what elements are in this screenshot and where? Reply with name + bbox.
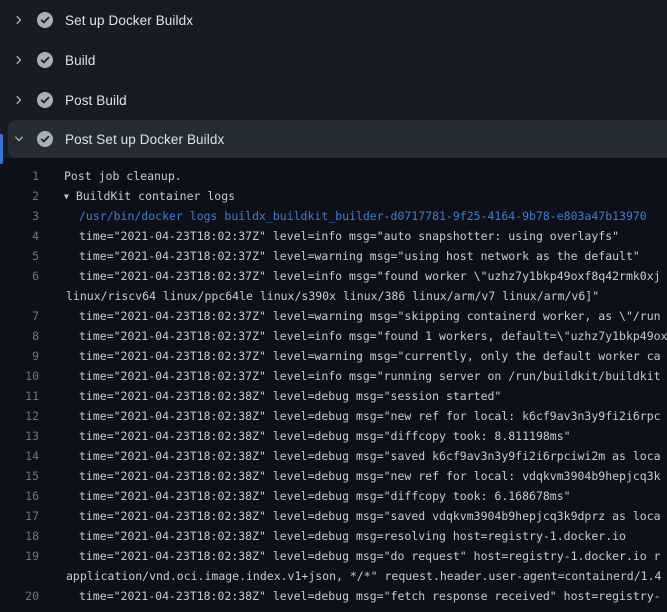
log-line-number[interactable]: 8	[0, 326, 39, 346]
log-line-text: time="2021-04-23T18:02:37Z" level=info m…	[39, 366, 661, 386]
log-line-number[interactable]: 1	[0, 166, 39, 186]
step-list: Set up Docker Buildx Build Post Buil	[0, 0, 667, 158]
log-line-text: time="2021-04-23T18:02:38Z" level=debug …	[39, 526, 626, 546]
step-label: Set up Docker Buildx	[65, 13, 193, 28]
log-line: 7 time="2021-04-23T18:02:37Z" level=warn…	[0, 306, 667, 326]
step-row[interactable]: Post Build	[0, 80, 667, 120]
log-line: 19 time="2021-04-23T18:02:38Z" level=deb…	[0, 546, 667, 566]
log-line-text: time="2021-04-23T18:02:38Z" level=debug …	[39, 386, 501, 406]
log-line: 13 time="2021-04-23T18:02:38Z" level=deb…	[0, 426, 667, 446]
chevron-right-icon	[13, 94, 37, 106]
log-line: 11 time="2021-04-23T18:02:38Z" level=deb…	[0, 386, 667, 406]
log-line-number[interactable]: 4	[0, 226, 39, 246]
step-row[interactable]: Build	[0, 40, 667, 80]
log-line-text: time="2021-04-23T18:02:37Z" level=info m…	[39, 326, 667, 346]
log-line-text: time="2021-04-23T18:02:38Z" level=debug …	[39, 486, 571, 506]
log-line: 1 Post job cleanup.	[0, 166, 667, 186]
log-line-text: time="2021-04-23T18:02:38Z" level=debug …	[39, 426, 571, 446]
group-title: BuildKit container logs	[76, 189, 235, 203]
log-line-number[interactable]: 9	[0, 346, 39, 366]
log-line: 4 time="2021-04-23T18:02:37Z" level=info…	[0, 226, 667, 246]
log-line: 6 time="2021-04-23T18:02:37Z" level=info…	[0, 266, 667, 286]
log-line-number[interactable]: 18	[0, 526, 39, 546]
log-line-number[interactable]: 17	[0, 506, 39, 526]
log-line-number[interactable]: 5	[0, 246, 39, 266]
step-label: Post Build	[65, 93, 127, 108]
check-circle-icon	[37, 12, 53, 28]
log-line: 15 time="2021-04-23T18:02:38Z" level=deb…	[0, 466, 667, 486]
log-line: 8 time="2021-04-23T18:02:37Z" level=info…	[0, 326, 667, 346]
log-line-number[interactable]	[0, 286, 39, 306]
chevron-right-icon	[13, 54, 37, 66]
log-viewer: 1 Post job cleanup. 2 ▼ BuildKit containe…	[0, 158, 667, 612]
log-line: 9 time="2021-04-23T18:02:37Z" level=warn…	[0, 346, 667, 366]
log-line-text: time="2021-04-23T18:02:38Z" level=debug …	[39, 586, 661, 606]
step-label: Post Set up Docker Buildx	[65, 132, 224, 147]
log-line-text: time="2021-04-23T18:02:37Z" level=warnin…	[39, 246, 640, 266]
log-line: 2 ▼ BuildKit container logs	[0, 186, 667, 206]
log-line-text: time="2021-04-23T18:02:38Z" level=debug …	[39, 466, 661, 486]
log-line: 10 time="2021-04-23T18:02:37Z" level=inf…	[0, 366, 667, 386]
log-line-text: Post job cleanup.	[39, 166, 182, 186]
log-line-number[interactable]: 14	[0, 446, 39, 466]
log-line: 5 time="2021-04-23T18:02:37Z" level=warn…	[0, 246, 667, 266]
log-line: application/vnd.oci.image.index.v1+json,…	[0, 566, 667, 586]
log-line-text: /usr/bin/docker logs buildx_buildkit_bui…	[39, 206, 647, 226]
check-circle-icon	[37, 131, 53, 147]
log-line-text: time="2021-04-23T18:02:38Z" level=debug …	[39, 506, 661, 526]
chevron-down-icon	[13, 133, 37, 145]
log-line-number[interactable]: 13	[0, 426, 39, 446]
log-line: linux/riscv64 linux/ppc64le linux/s390x …	[0, 286, 667, 306]
log-line-number[interactable]: 3	[0, 206, 39, 226]
log-line: 12 time="2021-04-23T18:02:38Z" level=deb…	[0, 406, 667, 426]
log-line-text: time="2021-04-23T18:02:37Z" level=warnin…	[39, 346, 661, 366]
log-line-text: linux/riscv64 linux/ppc64le linux/s390x …	[39, 286, 599, 306]
log-line-number[interactable]: 20	[0, 586, 39, 606]
check-circle-icon	[37, 92, 53, 108]
log-line-text: time="2021-04-23T18:02:38Z" level=debug …	[39, 446, 661, 466]
log-line: 20 time="2021-04-23T18:02:38Z" level=deb…	[0, 586, 667, 606]
log-line: 14 time="2021-04-23T18:02:38Z" level=deb…	[0, 446, 667, 466]
log-line-number[interactable]: 15	[0, 466, 39, 486]
log-line-number[interactable]: 2	[0, 186, 39, 206]
log-line: 3 /usr/bin/docker logs buildx_buildkit_b…	[0, 206, 667, 226]
step-row[interactable]: Post Set up Docker Buildx	[8, 120, 667, 158]
log-line-number[interactable]: 19	[0, 546, 39, 566]
step-label: Build	[65, 53, 96, 68]
log-line: 18 time="2021-04-23T18:02:38Z" level=deb…	[0, 526, 667, 546]
log-line-number[interactable]: 6	[0, 266, 39, 286]
log-line-text: time="2021-04-23T18:02:38Z" level=debug …	[39, 546, 661, 566]
log-line-number[interactable]: 16	[0, 486, 39, 506]
log-line-number[interactable]: 12	[0, 406, 39, 426]
log-line-number[interactable]	[0, 566, 39, 586]
step-row[interactable]: Set up Docker Buildx	[0, 0, 667, 40]
log-line-number[interactable]: 11	[0, 386, 39, 406]
log-line-number[interactable]: 7	[0, 306, 39, 326]
log-line-text: time="2021-04-23T18:02:37Z" level=info m…	[39, 226, 619, 246]
group-caret-icon[interactable]: ▼	[64, 187, 69, 206]
log-line-text: time="2021-04-23T18:02:37Z" level=warnin…	[39, 306, 661, 326]
log-line: 16 time="2021-04-23T18:02:38Z" level=deb…	[0, 486, 667, 506]
log-line: 17 time="2021-04-23T18:02:38Z" level=deb…	[0, 506, 667, 526]
log-line-text: application/vnd.oci.image.index.v1+json,…	[39, 566, 661, 586]
check-circle-icon	[37, 52, 53, 68]
log-line-text: ▼ BuildKit container logs	[39, 186, 235, 206]
active-step-indicator	[0, 134, 3, 164]
log-line-number[interactable]: 10	[0, 366, 39, 386]
log-line-text: time="2021-04-23T18:02:37Z" level=info m…	[39, 266, 661, 286]
log-line-text: time="2021-04-23T18:02:38Z" level=debug …	[39, 406, 661, 426]
chevron-right-icon	[13, 14, 37, 26]
